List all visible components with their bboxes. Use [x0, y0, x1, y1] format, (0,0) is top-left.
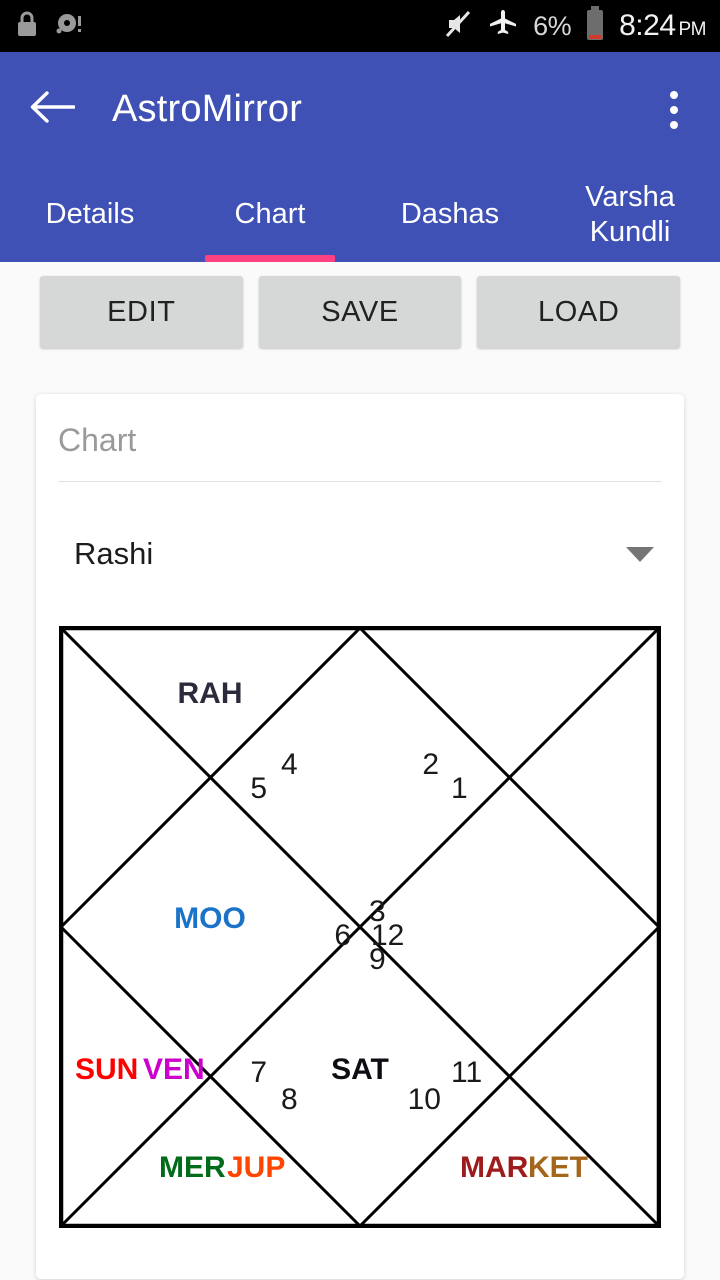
tab-label: Details: [45, 198, 135, 231]
house-number: 4: [281, 748, 298, 781]
overflow-menu-button[interactable]: [650, 82, 698, 138]
chart-type-value: Rashi: [74, 536, 154, 571]
tab-label: Chart: [234, 198, 306, 231]
back-button[interactable]: [24, 82, 80, 138]
load-button[interactable]: LOAD: [477, 276, 681, 348]
status-bar: 6% 8:24 PM: [0, 0, 720, 52]
house-number: 1: [451, 772, 468, 805]
planet-label-sat: SAT: [331, 1053, 389, 1086]
planet-label-sun: SUN: [75, 1053, 138, 1086]
chart-field-hint: Chart: [58, 394, 662, 482]
back-arrow-icon: [29, 90, 76, 129]
chevron-down-icon: [626, 546, 654, 562]
battery-low-icon: [585, 5, 605, 47]
tab-label: Dashas: [400, 198, 500, 231]
lock-icon: [16, 11, 38, 42]
planet-label-mer: MER: [159, 1151, 226, 1184]
edit-button[interactable]: EDIT: [40, 276, 243, 348]
planet-label-moo: MOO: [174, 902, 246, 935]
overflow-menu-icon: [670, 120, 678, 129]
tab-label: Varsha Kundli: [585, 181, 675, 248]
page-title: AstroMirror: [112, 88, 303, 130]
chart-type-dropdown[interactable]: Rashi: [58, 520, 662, 588]
status-bar-left-icons: [16, 11, 84, 42]
tab-chart[interactable]: Chart: [180, 167, 360, 262]
house-number: 9: [369, 943, 386, 976]
kundli-chart[interactable]: 4 5 2 1 3 6 12 9 7 8 11 10 RAH MOO SUN V…: [59, 626, 661, 1228]
planet-label-ven: VEN: [143, 1053, 205, 1086]
action-button-row: EDIT SAVE LOAD: [0, 262, 720, 348]
overflow-menu-icon: [670, 90, 678, 99]
tab-details[interactable]: Details: [0, 167, 180, 262]
save-button[interactable]: SAVE: [258, 276, 462, 348]
planet-label-mar: MAR: [460, 1151, 529, 1184]
clock-time: 8:24: [619, 9, 676, 42]
tab-varsha-kundli[interactable]: Varsha Kundli: [540, 167, 720, 262]
house-number: 6: [334, 919, 351, 952]
clock-ampm: PM: [678, 19, 707, 40]
house-number: 5: [250, 772, 267, 805]
planet-label-rah: RAH: [178, 677, 243, 710]
status-bar-clock: 8:24 PM: [619, 9, 706, 43]
notification-disc-icon: [54, 11, 84, 42]
planet-label-ket: KET: [528, 1151, 588, 1184]
battery-percent-label: 6%: [533, 10, 572, 41]
tab-bar: Details Chart Dashas Varsha Kundli: [0, 167, 720, 262]
app-bar: AstroMirror: [0, 52, 720, 167]
house-number: 2: [422, 748, 439, 781]
house-number: 7: [250, 1056, 267, 1089]
house-number: 10: [408, 1083, 441, 1116]
airplane-mode-icon: [487, 9, 519, 44]
volume-mute-icon: [443, 9, 473, 44]
house-number: 11: [451, 1056, 482, 1089]
house-number: 8: [281, 1083, 298, 1116]
planet-label-jup: JUP: [227, 1151, 285, 1184]
chart-card: Chart Rashi 4 5 2 1 3 6 12 9 7 8 11 10 R…: [36, 394, 684, 1279]
tab-dashas[interactable]: Dashas: [360, 167, 540, 262]
overflow-menu-icon: [670, 105, 678, 114]
status-bar-right-icons: 6% 8:24 PM: [443, 0, 706, 52]
kundli-chart-container: 4 5 2 1 3 6 12 9 7 8 11 10 RAH MOO SUN V…: [58, 626, 662, 1228]
